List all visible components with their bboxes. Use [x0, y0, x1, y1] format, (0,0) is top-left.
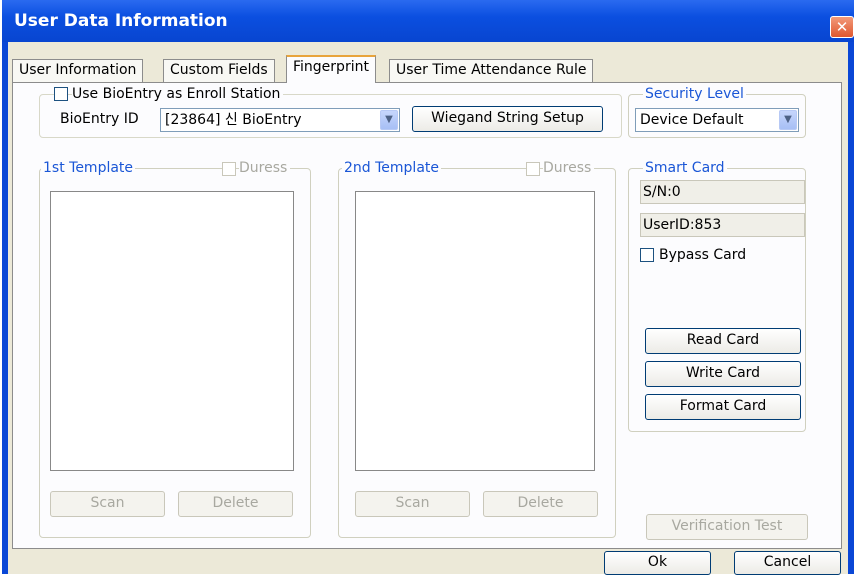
first-scan-button[interactable]: Scan: [50, 491, 165, 517]
bypass-card-checkbox[interactable]: [640, 248, 654, 262]
security-level-select[interactable]: Device Default ▼: [635, 108, 799, 132]
second-duress-checkbox[interactable]: [526, 162, 540, 176]
verification-test-button[interactable]: Verification Test: [646, 514, 808, 540]
security-level-value: Device Default: [640, 112, 744, 128]
card-user-id-field: UserID:853: [640, 213, 805, 237]
tab-user-time-attendance-rule[interactable]: User Time Attendance Rule: [389, 59, 594, 82]
second-scan-button[interactable]: Scan: [355, 491, 470, 517]
second-template-group: 2nd Template Duress Scan Delete: [338, 160, 616, 538]
first-duress-label: Duress: [239, 160, 291, 176]
write-card-button[interactable]: Write Card: [645, 361, 801, 387]
fingerprint-panel: Use BioEntry as Enroll Station BioEntry …: [12, 82, 842, 549]
read-card-button[interactable]: Read Card: [645, 328, 801, 354]
tab-user-information[interactable]: User Information: [12, 59, 144, 82]
title-bar[interactable]: User Data Information ✕: [2, 0, 854, 42]
user-data-window: User Data Information ✕ User Information…: [2, 0, 854, 575]
first-template-image: [50, 191, 294, 471]
format-card-button[interactable]: Format Card: [645, 394, 801, 420]
bioentry-id-label: BioEntry ID: [60, 111, 139, 127]
chevron-down-icon[interactable]: ▼: [380, 110, 398, 130]
tab-custom-fields[interactable]: Custom Fields: [163, 59, 275, 82]
second-template-image: [355, 191, 595, 471]
use-bioentry-label: Use BioEntry as Enroll Station: [72, 86, 284, 102]
first-template-legend: 1st Template: [41, 160, 136, 176]
close-icon[interactable]: ✕: [830, 16, 854, 38]
wiegand-string-setup-button[interactable]: Wiegand String Setup: [412, 106, 603, 132]
first-delete-button[interactable]: Delete: [178, 491, 293, 517]
bioentry-id-select[interactable]: [23864] 신 BioEntry ▼: [160, 108, 400, 132]
first-duress-checkbox[interactable]: [222, 162, 236, 176]
bioentry-group: Use BioEntry as Enroll Station BioEntry …: [39, 86, 622, 138]
chevron-down-icon[interactable]: ▼: [779, 110, 797, 130]
smart-card-group: Smart Card S/N:0 UserID:853 Bypass Card …: [628, 160, 806, 432]
security-level-legend: Security Level: [643, 86, 746, 102]
tab-fingerprint[interactable]: Fingerprint: [286, 55, 376, 83]
second-template-legend: 2nd Template: [342, 160, 441, 176]
first-template-group: 1st Template Duress Scan Delete: [39, 160, 311, 538]
card-serial-field: S/N:0: [640, 180, 805, 204]
smart-card-legend: Smart Card: [643, 160, 727, 176]
bypass-card-label: Bypass Card: [659, 247, 747, 263]
dialog-body: User Information Custom Fields Fingerpri…: [8, 42, 848, 575]
window-title: User Data Information: [14, 11, 228, 31]
second-duress-label: Duress: [543, 160, 595, 176]
use-bioentry-checkbox[interactable]: [54, 87, 68, 101]
cancel-button[interactable]: Cancel: [734, 551, 841, 575]
second-delete-button[interactable]: Delete: [483, 491, 598, 517]
security-level-group: Security Level Device Default ▼: [628, 86, 806, 138]
bioentry-id-value: [23864] 신 BioEntry: [165, 112, 302, 128]
ok-button[interactable]: Ok: [604, 551, 711, 575]
